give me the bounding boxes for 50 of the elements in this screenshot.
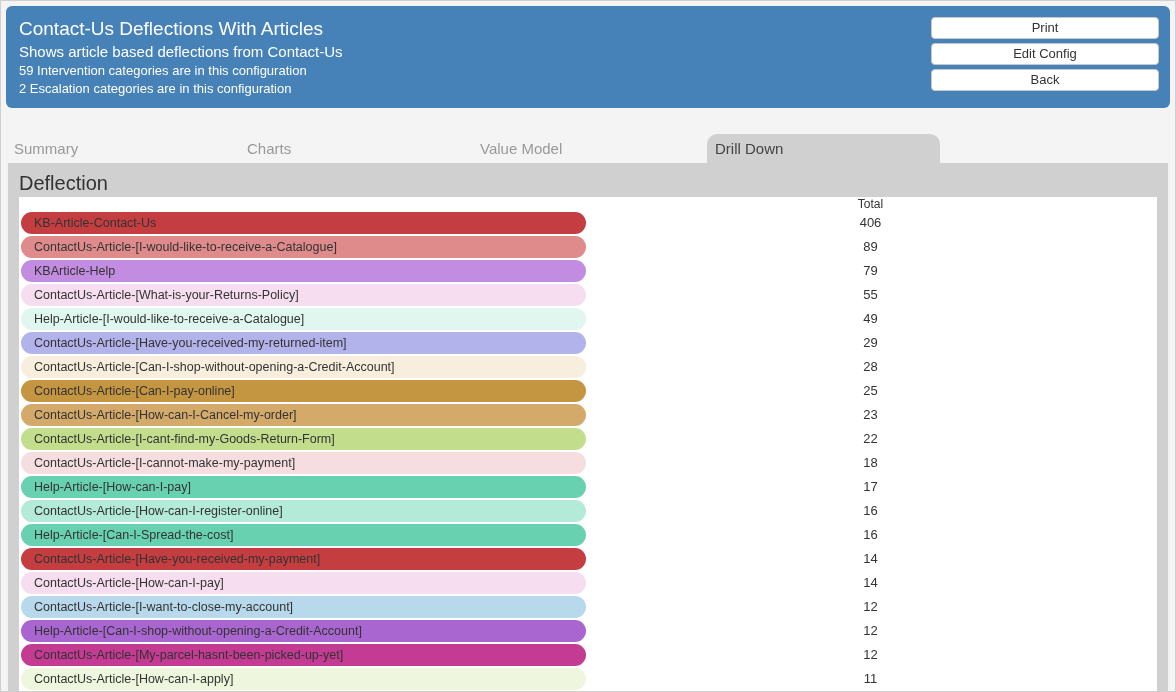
category-pill: ContactUs-Article-[Can-I-shop-without-opening-a-Credit-Account] xyxy=(21,356,587,378)
category-pill: ContactUs-Article-[How-can-I-register-online] xyxy=(21,500,587,522)
header-button[interactable]: Edit Config xyxy=(931,43,1159,65)
category-pill: ContactUs-Article-[Have-you-received-my-payment] xyxy=(21,548,587,570)
category-pill: ContactUs-Article-[How-can-I-pay] xyxy=(21,572,587,594)
total-value: 79 xyxy=(863,262,878,281)
total-value: 23 xyxy=(863,406,878,425)
category-pill: Help-Article-[How-can-I-pay] xyxy=(21,476,587,498)
category-pill: KBArticle-Help xyxy=(21,260,587,282)
header-button[interactable]: Back xyxy=(931,69,1159,91)
total-value: 12 xyxy=(863,646,878,665)
category-pill: ContactUs-Article-[I-would-like-to-receive-a-Catalogue] xyxy=(21,236,587,258)
header-button[interactable]: Print xyxy=(931,17,1159,39)
total-value: 17 xyxy=(863,478,878,497)
total-value: 18 xyxy=(863,454,878,473)
tab[interactable]: Drill Down xyxy=(707,134,940,163)
total-value: 28 xyxy=(863,358,878,377)
category-pill: Help-Article-[Can-I-shop-without-opening-a-Credit-Account] xyxy=(21,620,587,642)
column-header: Total xyxy=(857,197,884,211)
total-value: 12 xyxy=(863,598,878,617)
category-pill: ContactUs-Article-[What-is-your-Returns-Policy] xyxy=(21,284,587,306)
category-pill: ContactUs-Article-[I-want-to-close-my-account] xyxy=(21,596,587,618)
total-value: 49 xyxy=(863,310,878,329)
total-value: 14 xyxy=(863,574,878,593)
category-pill: Help-Article-[Can-I-Spread-the-cost] xyxy=(21,524,587,546)
section-title: Deflection xyxy=(19,171,109,196)
category-pill: ContactUs-Article-[Can-I-pay-online] xyxy=(21,380,587,402)
category-pill: ContactUs-Article-[How-can-I-apply] xyxy=(21,668,587,690)
total-value: 89 xyxy=(863,238,878,257)
category-pill: Help-Article-[I-would-like-to-receive-a-Catalogue] xyxy=(21,308,587,330)
total-value: 16 xyxy=(863,502,878,521)
category-pill: ContactUs-Article-[Have-you-received-my-returned-item] xyxy=(21,332,587,354)
total-value: 14 xyxy=(863,550,878,569)
info-line: 2 Escalation categories are in this configuration xyxy=(19,80,293,98)
category-pill: ContactUs-Article-[My-parcel-hasnt-been-picked-up-yet] xyxy=(21,644,587,666)
total-value: 12 xyxy=(863,622,878,641)
total-value: 55 xyxy=(863,286,878,305)
report-subtitle: Shows article based deflections from Contact-Us xyxy=(19,42,343,62)
category-pill: KB-Article-Contact-Us xyxy=(21,212,587,234)
info-line: 59 Intervention categories are in this configuration xyxy=(19,62,308,80)
total-value: 29 xyxy=(863,334,878,353)
total-value: 406 xyxy=(859,214,882,233)
category-pill: ContactUs-Article-[How-can-I-Cancel-my-order] xyxy=(21,404,587,426)
category-pill: ContactUs-Article-[I-cannot-make-my-payment] xyxy=(21,452,587,474)
report-title: Contact-Us Deflections With Articles xyxy=(19,17,325,41)
total-value: 22 xyxy=(863,430,878,449)
total-value: 25 xyxy=(863,382,878,401)
category-pill: ContactUs-Article-[I-cant-find-my-Goods-Return-Form] xyxy=(21,428,587,450)
total-value: 11 xyxy=(863,670,878,689)
total-value: 16 xyxy=(863,526,878,545)
